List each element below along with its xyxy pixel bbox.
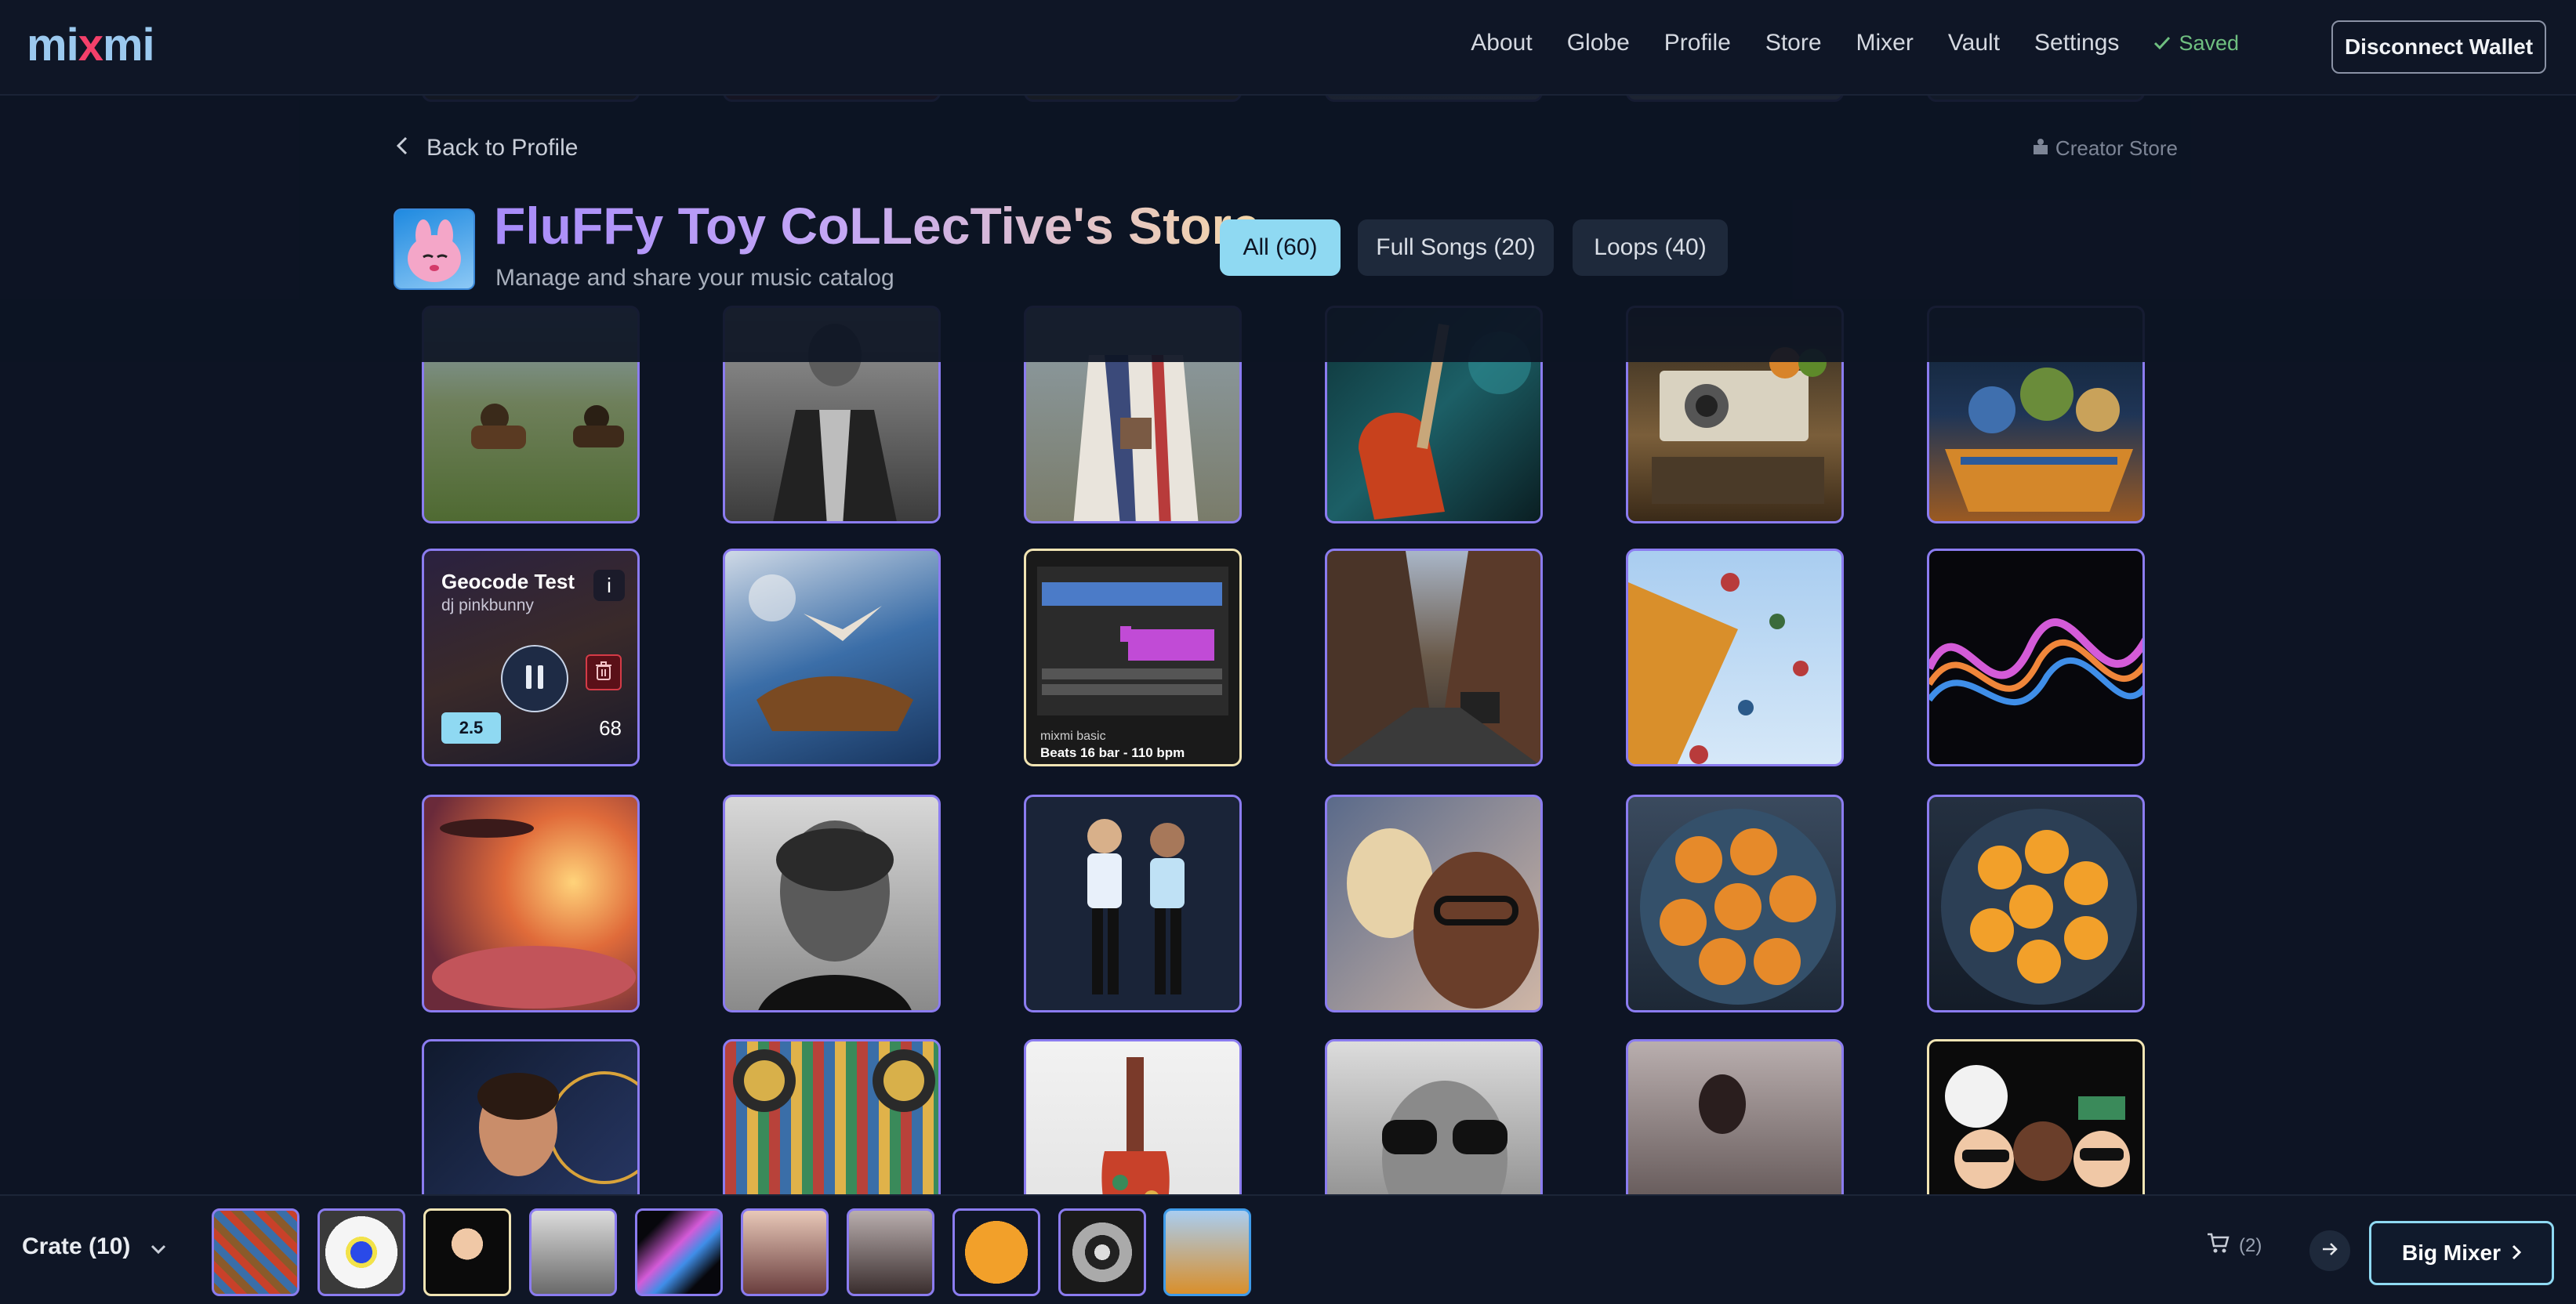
filter-all[interactable]: All (60): [1220, 219, 1341, 276]
crate-item[interactable]: [847, 1208, 934, 1296]
nav-globe[interactable]: Globe: [1567, 30, 1630, 56]
track-artwork: [1087, 819, 1185, 994]
page-title: FluFFy Toy CoLLecTive's Store: [494, 197, 1261, 255]
cart-icon: [2206, 1232, 2230, 1259]
track-artwork: [1347, 828, 1539, 1009]
crate-bar: Crate (10) (2) Big Mixer: [0, 1194, 2576, 1304]
track-artwork: [432, 819, 636, 1009]
filter-loops[interactable]: Loops (40): [1573, 219, 1728, 276]
crate-toggle[interactable]: Crate (10): [22, 1233, 166, 1260]
trash-icon: [595, 661, 612, 684]
arrow-right-icon: [2321, 1242, 2338, 1260]
crate-label: Crate (10): [22, 1233, 131, 1259]
saved-label: Saved: [2179, 31, 2239, 55]
chevron-down-icon: [151, 1233, 166, 1260]
store-avatar: [394, 208, 475, 290]
track-artwork: [1327, 551, 1540, 764]
loop-name: Beats 16 bar - 110 bpm: [1040, 745, 1185, 760]
track-artwork: [1941, 809, 2137, 1005]
saved-status: Saved: [2153, 31, 2239, 56]
back-to-profile-link[interactable]: Back to Profile: [396, 135, 579, 161]
crate-item[interactable]: [212, 1208, 299, 1296]
crate-item[interactable]: [529, 1208, 617, 1296]
next-button[interactable]: [2309, 1230, 2350, 1271]
info-button[interactable]: i: [593, 570, 625, 601]
big-mixer-button[interactable]: Big Mixer: [2369, 1221, 2554, 1285]
cart-button[interactable]: (2): [2206, 1232, 2262, 1259]
filter-full-songs[interactable]: Full Songs (20): [1358, 219, 1554, 276]
track-artwork: [1640, 809, 1836, 1005]
creator-store-label: Creator Store: [2032, 136, 2178, 161]
crate-item[interactable]: [1058, 1208, 1146, 1296]
big-mixer-label: Big Mixer: [2401, 1241, 2502, 1265]
nav-settings[interactable]: Settings: [2034, 30, 2119, 56]
crate-item[interactable]: [635, 1208, 723, 1296]
bpm-count: 68: [599, 716, 622, 740]
store-header: Back to Profile Creator Store FluFFy Toy…: [0, 94, 2576, 362]
track-artwork: [1628, 573, 1809, 764]
track-tile[interactable]: [1927, 795, 2145, 1012]
track-artwork: [749, 574, 913, 731]
track-tile[interactable]: [1024, 795, 1242, 1012]
page-subtitle: Manage and share your music catalog: [495, 265, 894, 291]
logo-part: mi: [27, 20, 79, 71]
logo-part: mi: [102, 20, 155, 71]
nav-store[interactable]: Store: [1765, 30, 1822, 56]
disconnect-wallet-button[interactable]: Disconnect Wallet: [2331, 20, 2546, 74]
crate-item[interactable]: [741, 1208, 829, 1296]
store-icon: [2032, 136, 2049, 161]
track-tile[interactable]: [723, 795, 941, 1012]
nav-profile[interactable]: Profile: [1664, 30, 1731, 56]
track-artwork: [1929, 618, 2142, 705]
track-tile[interactable]: [1325, 795, 1543, 1012]
top-nav: mixmi About Globe Profile Store Mixer Va…: [0, 0, 2576, 96]
chevron-left-icon: [396, 135, 408, 161]
track-tile-geocode-test[interactable]: Geocode Test dj pinkbunny i 2.5 68: [422, 549, 640, 766]
check-icon: [2153, 31, 2171, 56]
daw-screenshot: [1037, 567, 1228, 715]
nav-about[interactable]: About: [1471, 30, 1532, 56]
logo[interactable]: mixmi: [27, 19, 155, 71]
track-tile[interactable]: [723, 549, 941, 766]
crate-item[interactable]: [423, 1208, 511, 1296]
crate-item[interactable]: [952, 1208, 1040, 1296]
nav-links: About Globe Profile Store Mixer Vault Se…: [1436, 30, 2239, 56]
track-tile[interactable]: [1927, 549, 2145, 766]
nav-vault[interactable]: Vault: [1948, 30, 2000, 56]
track-artwork: [758, 820, 912, 1010]
track-tile[interactable]: [422, 795, 640, 1012]
crate-item[interactable]: [317, 1208, 405, 1296]
delete-button[interactable]: [586, 654, 622, 690]
loop-brand: mixmi basic: [1040, 730, 1106, 743]
creator-store-text: Creator Store: [2055, 136, 2178, 160]
track-tile[interactable]: [1325, 549, 1543, 766]
track-tile[interactable]: [1626, 549, 1844, 766]
logo-x: x: [78, 20, 103, 71]
nav-mixer[interactable]: Mixer: [1856, 30, 1914, 56]
pause-button[interactable]: [501, 645, 568, 712]
crate-item[interactable]: [1163, 1208, 1251, 1296]
track-artist: dj pinkbunny: [441, 596, 534, 614]
pause-icon: [523, 664, 546, 694]
loop-tile[interactable]: mixmi basic Beats 16 bar - 110 bpm: [1024, 549, 1242, 766]
cart-count: (2): [2239, 1234, 2262, 1256]
track-tile[interactable]: [1626, 795, 1844, 1012]
chevron-right-icon: [2512, 1241, 2522, 1266]
price-badge: 2.5: [441, 712, 501, 744]
track-title: Geocode Test: [441, 570, 575, 593]
back-label: Back to Profile: [426, 135, 579, 161]
